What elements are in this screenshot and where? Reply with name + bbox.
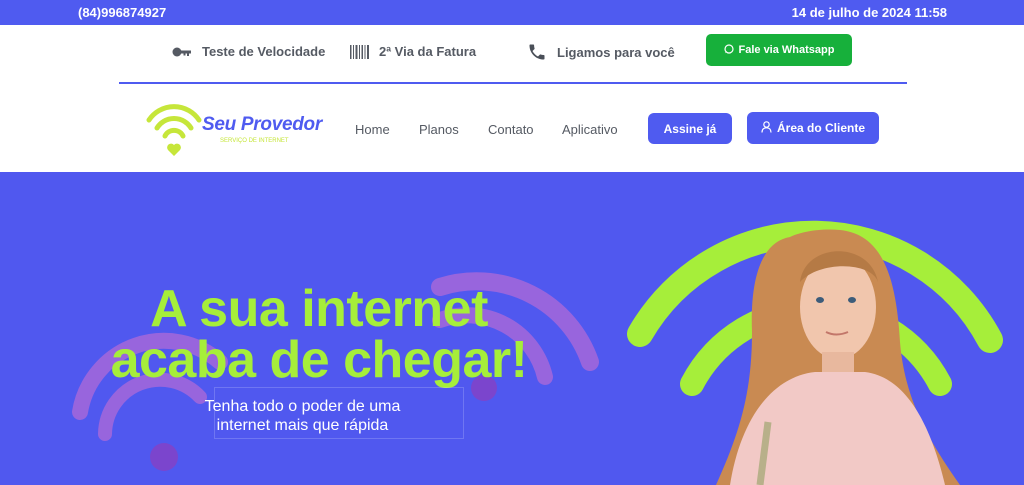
invoice-label: 2ª Via da Fatura: [379, 44, 477, 59]
hero-subtitle-line-1: Tenha todo o poder de uma: [204, 398, 401, 415]
callback-label: Ligamos para você: [557, 44, 675, 60]
invoice-link[interactable]: 2ª Via da Fatura: [350, 44, 476, 59]
whatsapp-label: Fale via Whatsapp: [738, 44, 835, 56]
top-bar: (84)996874927 14 de julho de 2024 11:58: [0, 0, 1024, 25]
brand-logo[interactable]: Seu Provedor SERVIÇO DE INTERNET: [146, 100, 330, 158]
speed-test-link[interactable]: Teste de Velocidade: [172, 44, 325, 59]
nav-contact[interactable]: Contato: [488, 122, 534, 137]
nav-plans[interactable]: Planos: [419, 122, 459, 137]
hero-subtitle-line-2: internet mais que rápida: [216, 417, 389, 434]
brand-name: Seu Provedor: [202, 114, 322, 135]
speed-test-label: Teste de Velocidade: [202, 44, 326, 59]
client-area-button[interactable]: Área do Cliente: [747, 112, 879, 144]
hero-banner: A sua internet acaba de chegar! Tenha to…: [0, 172, 1024, 485]
main-navigation: Seu Provedor SERVIÇO DE INTERNET Home Pl…: [0, 84, 1024, 172]
nav-app[interactable]: Aplicativo: [562, 122, 618, 137]
subscribe-button[interactable]: Assine já: [648, 113, 732, 144]
subscribe-label: Assine já: [663, 121, 717, 136]
user-icon: [761, 120, 772, 136]
utility-bar: Teste de Velocidade 2ª Via da Fatura Lig…: [0, 25, 1024, 83]
key-icon: [172, 46, 192, 58]
phone-icon: [527, 42, 547, 62]
top-phone-number[interactable]: (84)996874927: [78, 5, 166, 20]
hero-title-line-2: acaba de chegar!: [110, 331, 528, 389]
hero-title: A sua internet acaba de chegar!: [84, 280, 554, 389]
top-date-time: 14 de julho de 2024 11:58: [791, 5, 947, 20]
client-area-label: Área do Cliente: [776, 121, 866, 135]
brand-tagline: SERVIÇO DE INTERNET: [220, 138, 289, 144]
barcode-icon: [350, 44, 369, 59]
nav-home[interactable]: Home: [355, 122, 390, 137]
whatsapp-icon: [723, 43, 734, 57]
hero-subtitle: Tenha todo o poder de uma internet mais …: [170, 397, 435, 435]
whatsapp-button[interactable]: Fale via Whatsapp: [706, 34, 852, 66]
hero-title-line-1: A sua internet: [150, 280, 488, 338]
callback-link[interactable]: Ligamos para você: [527, 42, 675, 62]
